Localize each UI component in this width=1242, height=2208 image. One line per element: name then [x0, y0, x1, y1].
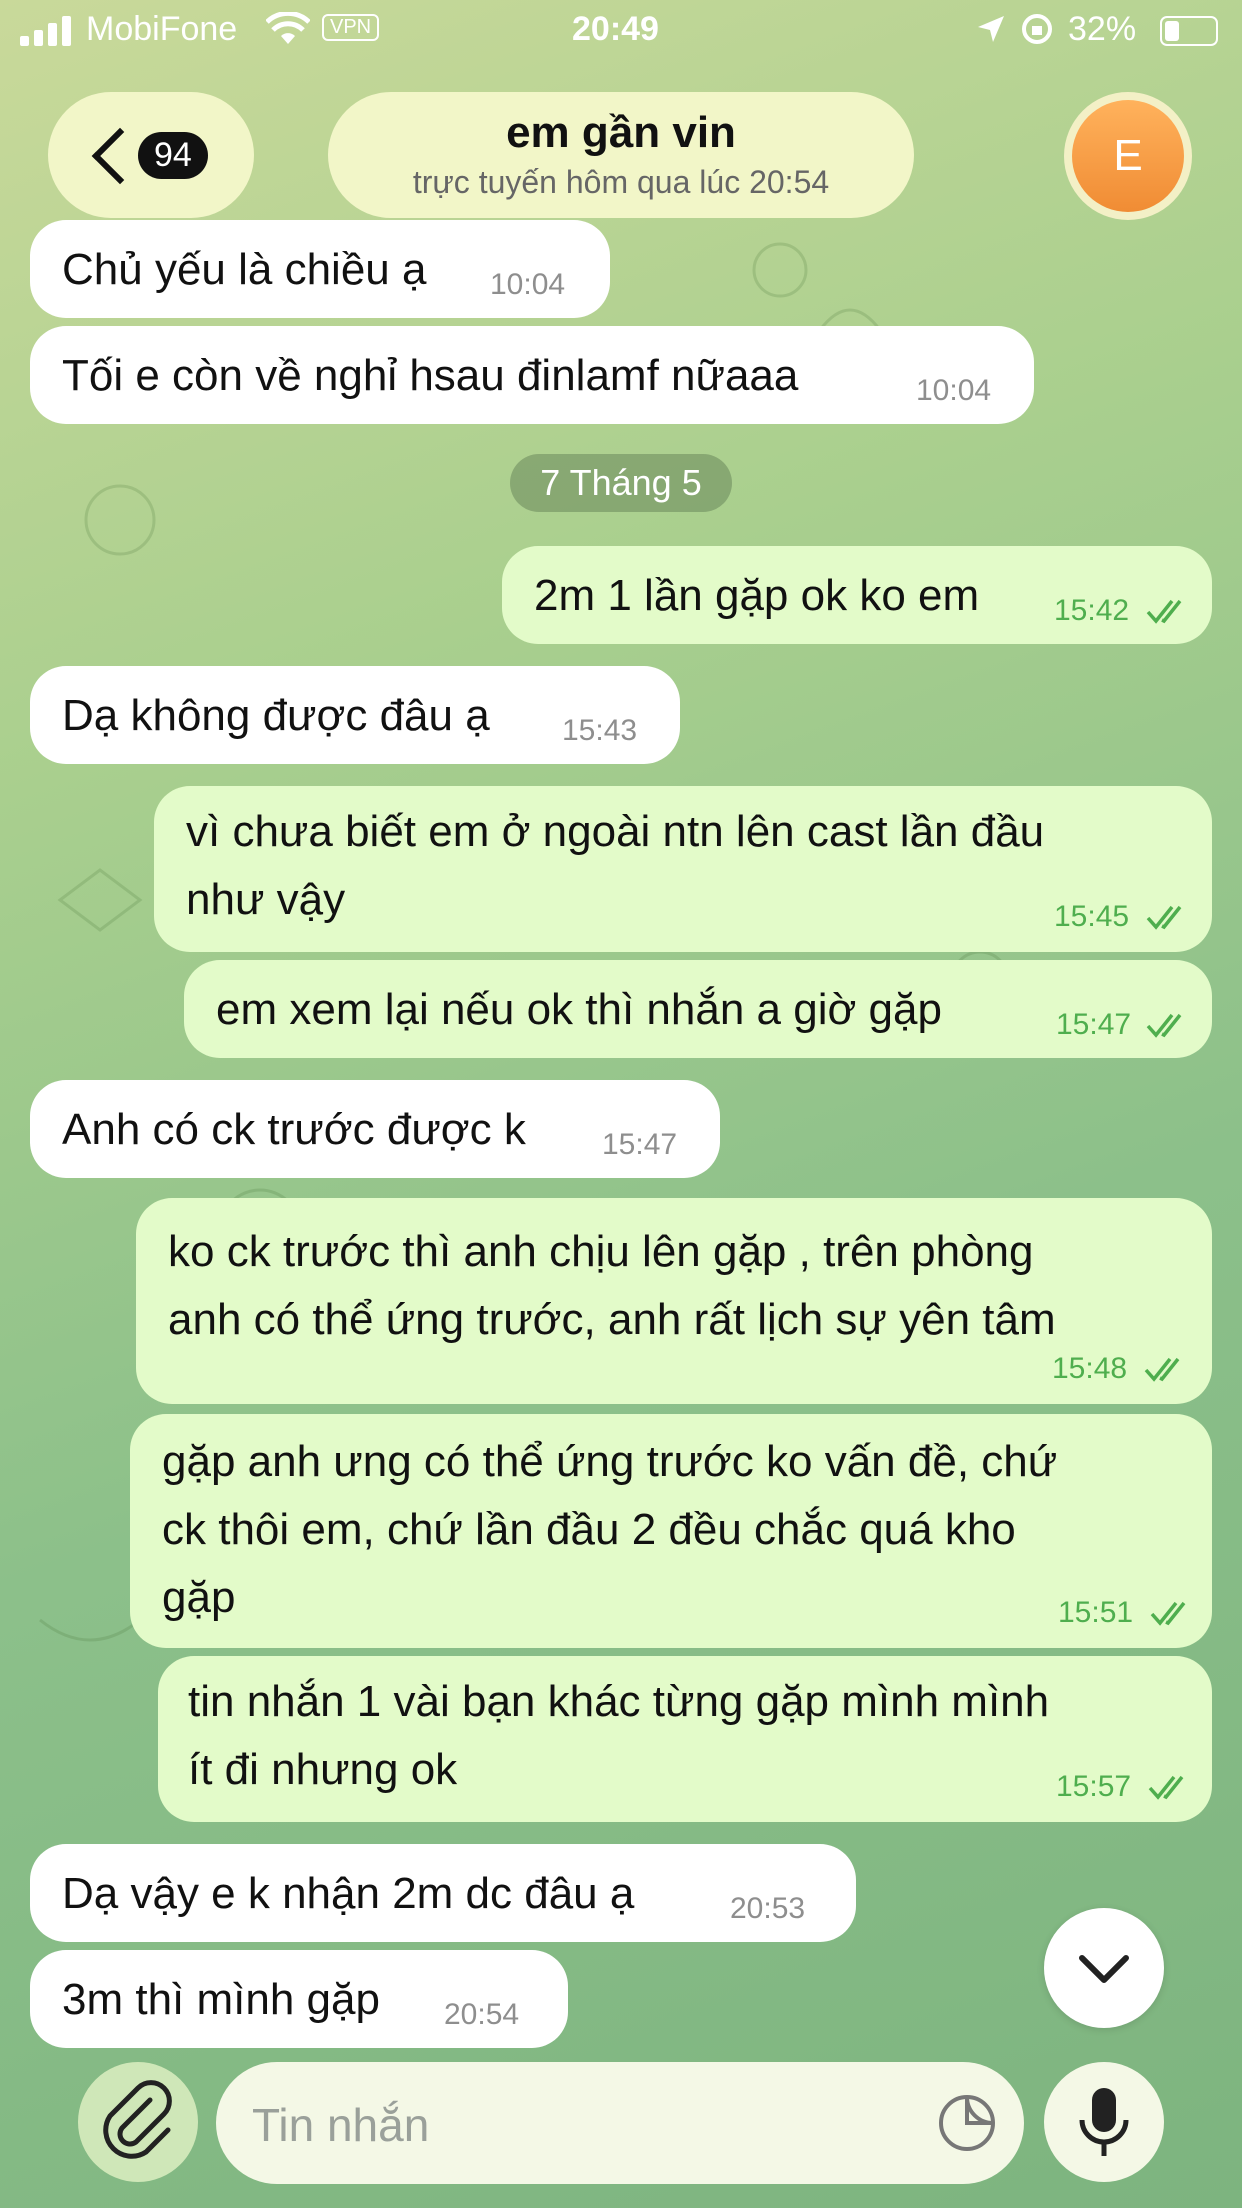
sticker-icon[interactable] — [936, 2092, 998, 2154]
double-check-icon — [1146, 1013, 1182, 1038]
message-outgoing[interactable]: vì chưa biết em ở ngoài ntn lên cast lần… — [154, 786, 1212, 952]
message-time: 10:04 — [916, 374, 992, 407]
avatar-letter: E — [1072, 100, 1184, 212]
back-button[interactable]: 94 — [48, 92, 254, 218]
message-text: Anh có ck trước được k — [62, 1105, 526, 1154]
message-incoming[interactable]: Anh có ck trước được k 15:47 — [30, 1080, 720, 1178]
message-text-line: gặp — [162, 1573, 236, 1622]
message-outgoing[interactable]: 2m 1 lần gặp ok ko em 15:42 — [502, 546, 1212, 644]
message-text-line: ít đi nhưng ok — [188, 1745, 458, 1794]
message-time: 20:53 — [730, 1892, 806, 1925]
message-incoming[interactable]: Dạ không được đâu ạ 15:43 — [30, 666, 680, 764]
message-input[interactable]: Tin nhắn — [216, 2062, 1024, 2184]
double-check-icon — [1146, 905, 1182, 930]
date-separator: 7 Tháng 5 — [510, 454, 732, 512]
message-time: 20:54 — [444, 1998, 520, 2031]
paperclip-icon — [103, 2080, 172, 2159]
message-text-line: ck thôi em, chứ lần đầu 2 đều chắc quá k… — [162, 1505, 1016, 1554]
message-text-line: ko ck trước thì anh chịu lên gặp , trên … — [168, 1227, 1034, 1276]
vpn-indicator: VPN — [322, 14, 380, 41]
message-text-line: vì chưa biết em ở ngoài ntn lên cast lần… — [186, 807, 1045, 856]
contact-name: em gần vin — [506, 108, 736, 157]
message-time: 10:04 — [490, 268, 566, 301]
message-outgoing[interactable]: gặp anh ưng có thể ứng trước ko vấn đề, … — [130, 1414, 1212, 1648]
message-text: Tối e còn về nghỉ hsau đinlamf nữaaa — [62, 351, 799, 400]
battery-icon — [1160, 16, 1218, 46]
message-text-line: tin nhắn 1 vài bạn khác từng gặp mình mì… — [188, 1677, 1050, 1726]
double-check-icon — [1146, 599, 1182, 624]
unread-badge: 94 — [138, 132, 208, 179]
message-input-placeholder: Tin nhắn — [252, 2099, 430, 2151]
orientation-lock-icon — [1022, 14, 1052, 44]
message-text-line: như vậy — [186, 875, 346, 924]
message-text: Dạ vậy e k nhận 2m dc đâu ạ — [62, 1869, 635, 1918]
message-time: 15:48 — [1052, 1352, 1128, 1385]
last-seen-status: trực tuyến hôm qua lúc 20:54 — [412, 164, 830, 200]
chevron-down-icon — [1079, 1955, 1129, 1983]
carrier-name: MobiFone — [86, 10, 238, 48]
status-time: 20:49 — [572, 10, 659, 48]
message-text-line: anh có thể ứng trước, anh rất lịch sự yê… — [168, 1295, 1056, 1344]
message-incoming[interactable]: Dạ vậy e k nhận 2m dc đâu ạ 20:53 — [30, 1844, 856, 1942]
message-time: 15:51 — [1058, 1596, 1134, 1629]
scroll-to-bottom-button[interactable] — [1044, 1908, 1164, 2028]
message-time: 15:42 — [1054, 594, 1130, 627]
message-outgoing[interactable]: tin nhắn 1 vài bạn khác từng gặp mình mì… — [158, 1656, 1212, 1822]
avatar[interactable]: E — [1064, 92, 1192, 220]
message-time: 15:47 — [1056, 1008, 1132, 1041]
message-incoming[interactable]: Chủ yếu là chiều ạ 10:04 — [30, 220, 610, 318]
message-time: 15:43 — [562, 714, 638, 747]
double-check-icon — [1150, 1601, 1186, 1626]
chat-title[interactable]: em gần vin trực tuyến hôm qua lúc 20:54 — [328, 92, 914, 218]
attach-button[interactable] — [78, 2062, 198, 2182]
location-icon — [978, 16, 1004, 42]
microphone-button[interactable] — [1044, 2062, 1164, 2182]
message-time: 15:57 — [1056, 1770, 1132, 1803]
message-outgoing[interactable]: em xem lại nếu ok thì nhắn a giờ gặp 15:… — [184, 960, 1212, 1058]
signal-icon — [20, 16, 71, 46]
double-check-icon — [1148, 1775, 1184, 1800]
message-time: 15:47 — [602, 1128, 678, 1161]
message-incoming[interactable]: Tối e còn về nghỉ hsau đinlamf nữaaa 10:… — [30, 326, 1034, 424]
message-time: 15:45 — [1054, 900, 1130, 933]
message-text-line: gặp anh ưng có thể ứng trước ko vấn đề, … — [162, 1437, 1058, 1486]
wifi-icon — [266, 12, 310, 44]
status-bar: MobiFone VPN 20:49 32% — [0, 0, 1242, 62]
message-text: Dạ không được đâu ạ — [62, 691, 490, 740]
double-check-icon — [1144, 1357, 1180, 1382]
message-text: em xem lại nếu ok thì nhắn a giờ gặp — [216, 985, 942, 1034]
battery-percent: 32% — [1068, 10, 1137, 48]
microphone-icon — [1079, 2088, 1129, 2156]
message-outgoing[interactable]: ko ck trước thì anh chịu lên gặp , trên … — [136, 1198, 1212, 1404]
message-incoming[interactable]: 3m thì mình gặp 20:54 — [30, 1950, 568, 2048]
